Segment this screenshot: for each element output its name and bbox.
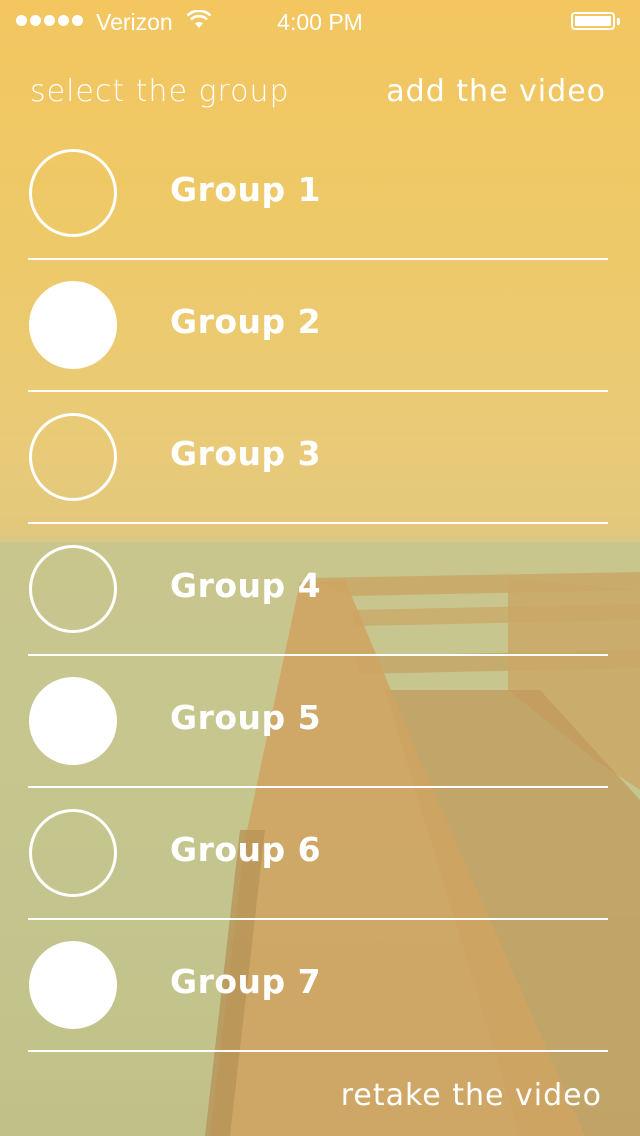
battery-tip	[617, 18, 620, 25]
group-list: Group 1 Group 2 Group 3 Group 4 Group 5 …	[0, 128, 640, 1052]
group-label: Group 1	[170, 170, 322, 209]
group-row-6[interactable]: Group 6	[0, 788, 640, 920]
group-label: Group 5	[170, 698, 322, 737]
group-label: Group 4	[170, 566, 322, 605]
group-label: Group 3	[170, 434, 322, 473]
group-radio[interactable]	[29, 413, 117, 501]
group-radio[interactable]	[29, 941, 117, 1029]
add-video-button[interactable]: add the video	[386, 74, 606, 109]
group-label: Group 7	[170, 962, 322, 1001]
group-label: Group 2	[170, 302, 322, 341]
group-radio[interactable]	[29, 677, 117, 765]
group-row-2[interactable]: Group 2	[0, 260, 640, 392]
select-group-title: select the group	[30, 74, 290, 109]
retake-video-button[interactable]: retake the video	[341, 1078, 602, 1113]
group-row-4[interactable]: Group 4	[0, 524, 640, 656]
group-radio[interactable]	[29, 545, 117, 633]
group-label: Group 6	[170, 830, 322, 869]
group-radio[interactable]	[29, 281, 117, 369]
row-divider	[28, 1050, 608, 1052]
group-radio[interactable]	[29, 149, 117, 237]
battery-icon	[571, 12, 615, 30]
group-row-7[interactable]: Group 7	[0, 920, 640, 1052]
group-row-1[interactable]: Group 1	[0, 128, 640, 260]
group-radio[interactable]	[29, 809, 117, 897]
status-time: 4:00 PM	[277, 9, 363, 35]
status-bar: Verizon 4:00 PM	[0, 0, 640, 40]
group-row-3[interactable]: Group 3	[0, 392, 640, 524]
group-row-5[interactable]: Group 5	[0, 656, 640, 788]
